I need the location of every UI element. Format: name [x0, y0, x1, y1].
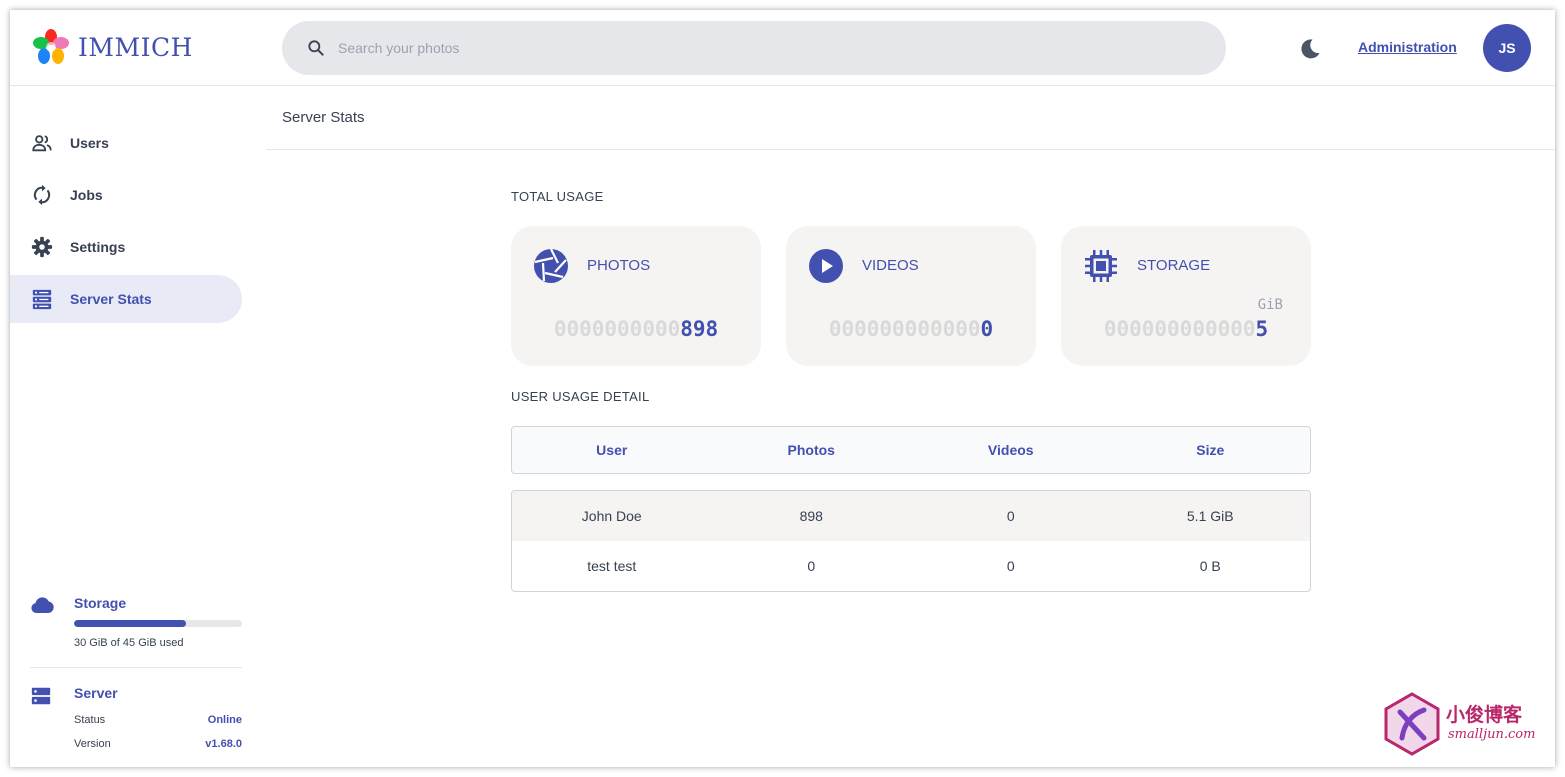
cell-videos: 0	[1006, 558, 1015, 574]
play-circle-icon	[809, 249, 843, 283]
photos-stat-value: 0000000000898	[511, 317, 761, 341]
photos-stat-padding: 0000000000	[553, 317, 681, 341]
server-status-row: Status Online	[74, 714, 242, 726]
app-logo[interactable]: IMMICH	[32, 28, 193, 66]
column-header-size: Size	[1196, 442, 1225, 458]
server-status-value: Online	[207, 714, 242, 726]
search-bar[interactable]	[282, 21, 1226, 75]
storage-stat-label: STORAGE	[1137, 257, 1211, 274]
sidebar-item-jobs[interactable]: Jobs	[10, 171, 242, 219]
photos-stat-card: PHOTOS 0000000000898	[511, 226, 761, 366]
immich-logo-icon	[33, 29, 69, 64]
storage-title: Storage	[74, 595, 127, 611]
cell-size: 5.1 GiB	[1186, 508, 1234, 524]
cell-user: test test	[587, 558, 637, 574]
videos-stat-card: VIDEOS 0000000000000	[786, 226, 1036, 366]
cell-videos: 0	[1006, 508, 1015, 524]
search-input[interactable]	[338, 40, 1138, 56]
sidebar-divider	[30, 667, 242, 668]
sidebar-item-label: Settings	[70, 239, 126, 255]
total-usage-heading: TOTAL USAGE	[511, 189, 604, 204]
administration-link[interactable]: Administration	[1358, 39, 1457, 55]
server-title: Server	[74, 685, 118, 701]
server-status-label: Status	[74, 714, 106, 726]
photos-stat-number: 898	[680, 317, 719, 341]
sync-icon	[33, 184, 51, 206]
user-avatar[interactable]: JS	[1483, 24, 1531, 72]
sidebar-item-settings[interactable]: Settings	[10, 223, 242, 271]
app-name: IMMICH	[78, 32, 193, 62]
storage-stat-value: 0000000000005	[1061, 317, 1311, 341]
table-row: test test 0 0 0 B	[512, 541, 1310, 591]
usage-table-header: User Photos Videos Size	[511, 426, 1311, 474]
user-usage-heading: USER USAGE DETAIL	[511, 389, 650, 404]
storage-stat-card: STORAGE GiB 0000000000005	[1061, 226, 1311, 366]
table-row: John Doe 898 0 5.1 GiB	[512, 491, 1310, 541]
camera-iris-icon	[534, 248, 568, 283]
cell-photos: 0	[807, 558, 816, 574]
storage-stat-padding: 000000000000	[1103, 317, 1256, 341]
cloud-icon	[31, 597, 54, 613]
videos-stat-number: 0	[980, 317, 994, 341]
sidebar-item-label: Server Stats	[70, 291, 152, 307]
watermark-logo-icon	[1384, 692, 1440, 756]
watermark-text-cn: 小俊博客	[1446, 704, 1523, 726]
server-version-row: Version v1.68.0	[74, 738, 242, 750]
cell-user: John Doe	[581, 508, 642, 524]
videos-stat-label: VIDEOS	[862, 257, 919, 274]
cell-photos: 898	[799, 508, 823, 524]
cell-size: 0 B	[1199, 558, 1221, 574]
server-version-label: Version	[74, 738, 111, 750]
videos-stat-padding: 000000000000	[828, 317, 981, 341]
server-version-value: v1.68.0	[205, 738, 242, 750]
sidebar: Users Jobs Settings Server Stats Storage…	[10, 87, 250, 767]
page-header: Server Stats	[266, 87, 1555, 150]
gear-icon	[31, 236, 53, 258]
videos-stat-value: 0000000000000	[786, 317, 1036, 341]
storage-progress-bar	[74, 620, 242, 627]
sidebar-item-server-stats[interactable]: Server Stats	[10, 275, 242, 323]
dark-mode-toggle-icon[interactable]	[1298, 37, 1322, 61]
app-window: IMMICH Administration JS Users	[10, 10, 1555, 767]
storage-used-text: 30 GiB of 45 GiB used	[74, 637, 184, 649]
usage-table-body: John Doe 898 0 5.1 GiB test test 0 0 0 B	[511, 490, 1311, 592]
storage-progress-fill	[74, 620, 187, 627]
users-icon	[32, 135, 52, 152]
sidebar-item-label: Jobs	[70, 187, 103, 203]
column-header-user: User	[596, 442, 628, 458]
sidebar-item-label: Users	[70, 135, 109, 151]
sidebar-item-users[interactable]: Users	[10, 119, 242, 167]
photos-stat-label: PHOTOS	[587, 257, 651, 274]
page-title: Server Stats	[282, 109, 365, 126]
top-bar: IMMICH Administration JS	[10, 10, 1555, 86]
storage-stat-number: 5	[1255, 317, 1269, 341]
search-icon	[308, 40, 324, 56]
column-header-videos: Videos	[987, 442, 1034, 458]
server-icon	[32, 289, 52, 310]
column-header-photos: Photos	[787, 442, 835, 458]
server-status-icon	[31, 687, 51, 705]
watermark-text-en: smalljun.com	[1448, 727, 1536, 742]
chip-icon	[1085, 250, 1117, 282]
storage-stat-unit: GiB	[1257, 297, 1283, 313]
